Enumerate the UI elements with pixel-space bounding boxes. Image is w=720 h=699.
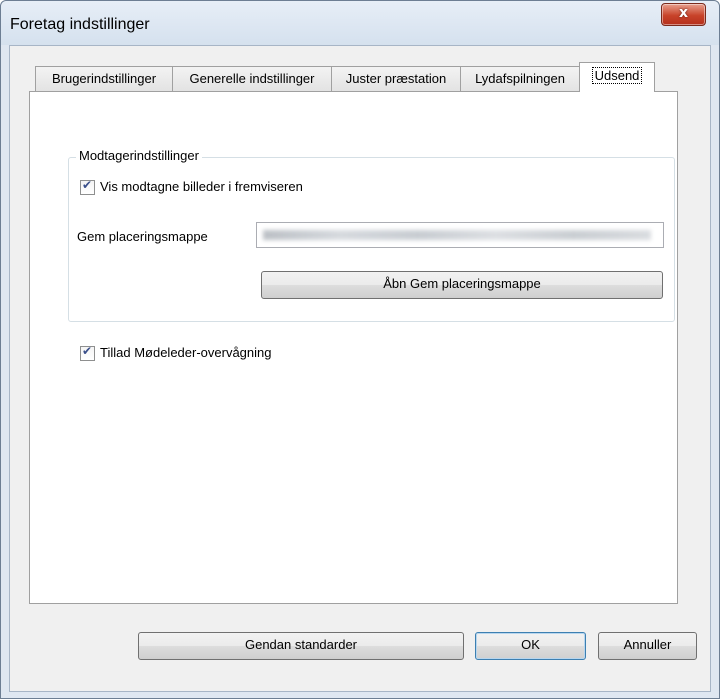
close-button[interactable]: x xyxy=(661,3,706,26)
cancel-button[interactable]: Annuller xyxy=(598,632,697,660)
window-title: Foretag indstillinger xyxy=(10,16,150,33)
tab-generelle-indstillinger[interactable]: Generelle indstillinger xyxy=(172,66,332,91)
title-bar[interactable]: Foretag indstillinger x xyxy=(1,1,719,45)
check-icon: ✔ xyxy=(82,178,93,192)
show-images-checkbox[interactable]: ✔ xyxy=(80,178,95,195)
tab-brugerindstillinger[interactable]: Brugerindstillinger xyxy=(35,66,173,91)
close-icon: x xyxy=(678,5,689,21)
ok-button[interactable]: OK xyxy=(475,632,586,660)
tab-lydafspilningen[interactable]: Lydafspilningen xyxy=(460,66,580,91)
restore-defaults-button[interactable]: Gendan standarder xyxy=(138,632,464,660)
save-folder-path-field[interactable] xyxy=(256,222,664,248)
open-save-folder-button[interactable]: Åbn Gem placeringsmappe xyxy=(261,271,663,299)
check-icon: ✔ xyxy=(82,344,93,358)
tab-label: Juster præstation xyxy=(345,71,447,86)
allow-monitoring-checkbox[interactable]: ✔ xyxy=(80,344,95,361)
save-folder-label: Gem placeringsmappe xyxy=(77,229,208,244)
tab-label: Lydafspilningen xyxy=(475,71,565,86)
tab-juster-praestation[interactable]: Juster præstation xyxy=(331,66,461,91)
allow-monitoring-label: Tillad Mødeleder-overvågning xyxy=(100,345,272,360)
show-images-label: Vis modtagne billeder i fremviseren xyxy=(100,179,303,194)
tab-label: Generelle indstillinger xyxy=(189,71,315,86)
group-title: Modtagerindstillinger xyxy=(76,148,202,163)
tab-label: Udsend xyxy=(591,67,643,84)
tab-udsend[interactable]: Udsend xyxy=(579,62,655,92)
tab-label: Brugerindstillinger xyxy=(51,71,157,86)
blurred-path xyxy=(263,230,651,240)
